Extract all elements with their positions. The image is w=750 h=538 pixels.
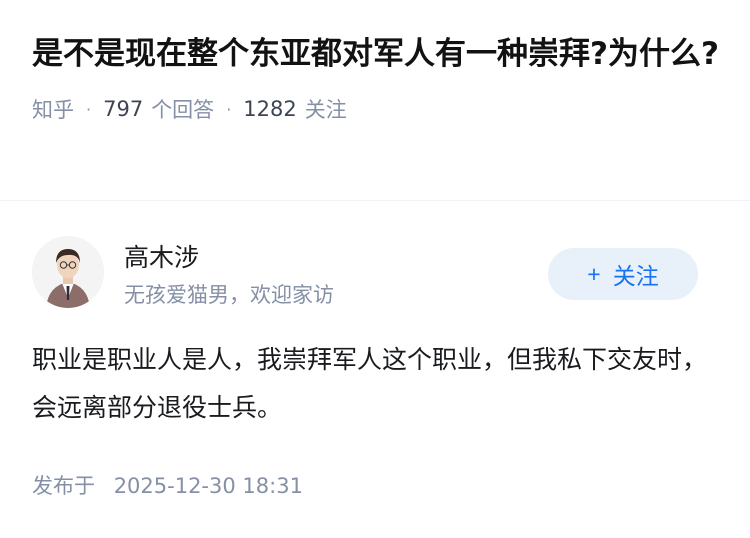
- followers-label: 关注: [304, 98, 347, 122]
- question-title[interactable]: 是不是现在整个东亚都对军人有一种崇拜?为什么?: [32, 30, 722, 78]
- publish-meta: 发布于 2025-12-30 18:31: [32, 470, 303, 500]
- plus-icon: +: [587, 260, 601, 287]
- followers-count: 1282: [243, 97, 297, 121]
- published-time: 2025-12-30 18:31: [113, 474, 303, 498]
- answer-content: 职业是职业人是人，我崇拜军人这个职业，但我私下交友时，会远离部分退役士兵。: [32, 345, 708, 422]
- follow-label: 关注: [612, 263, 659, 289]
- separator-dot: ·: [226, 99, 232, 119]
- follow-button[interactable]: + 关注: [548, 248, 698, 300]
- author-name[interactable]: 高木涉: [124, 238, 199, 274]
- question-header: 是不是现在整个东亚都对军人有一种崇拜?为什么? 知乎 · 797 个回答 · 1…: [32, 30, 722, 124]
- answers-count: 797: [103, 97, 144, 121]
- separator-dot: ·: [86, 99, 92, 119]
- avatar[interactable]: [32, 236, 104, 308]
- author-row: 高木涉 无孩爱猫男，欢迎家访 + 关注: [32, 236, 698, 308]
- source-label[interactable]: 知乎: [32, 94, 74, 124]
- divider: [0, 200, 750, 201]
- avatar-image: [32, 236, 104, 308]
- published-label: 发布于: [32, 474, 95, 498]
- author-bio: 无孩爱猫男，欢迎家访: [124, 283, 334, 307]
- question-meta: 知乎 · 797 个回答 · 1282 关注: [32, 94, 722, 124]
- answers-label: 个回答: [151, 98, 215, 122]
